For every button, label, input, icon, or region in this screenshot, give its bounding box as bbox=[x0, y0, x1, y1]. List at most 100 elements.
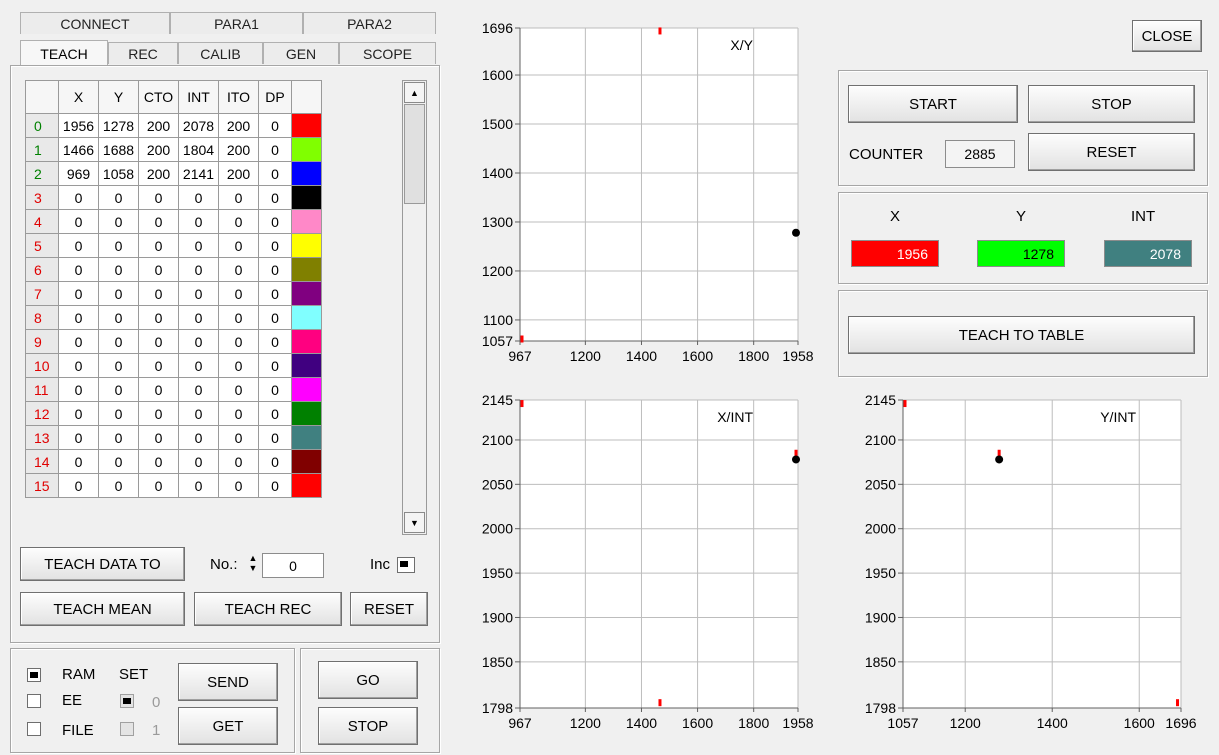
cell-ito[interactable]: 0 bbox=[218, 401, 259, 426]
table-row[interactable]: 3000000 bbox=[25, 185, 322, 210]
cell-x[interactable]: 0 bbox=[58, 353, 99, 378]
cell-int[interactable]: 0 bbox=[178, 233, 219, 258]
cell-cto[interactable]: 0 bbox=[138, 329, 179, 354]
row-number[interactable]: 14 bbox=[25, 449, 59, 474]
cell-y[interactable]: 0 bbox=[98, 401, 139, 426]
cell-dp[interactable]: 0 bbox=[258, 449, 292, 474]
table-row[interactable]: 1 1466 1688 200 1804 200 0 bbox=[25, 137, 322, 162]
tab-gen[interactable]: GEN bbox=[263, 42, 339, 64]
no-spinner[interactable]: ▲ ▼ bbox=[246, 553, 260, 575]
send-button[interactable]: SEND bbox=[178, 663, 278, 701]
cell-dp[interactable]: 0 bbox=[258, 425, 292, 450]
cell-int[interactable]: 0 bbox=[178, 425, 219, 450]
cell-dp[interactable]: 0 bbox=[258, 257, 292, 282]
cell-ito[interactable]: 0 bbox=[218, 473, 259, 498]
cell-cto[interactable]: 0 bbox=[138, 449, 179, 474]
cell-ito[interactable]: 0 bbox=[218, 281, 259, 306]
row-number[interactable]: 2 bbox=[25, 161, 59, 186]
cell-dp[interactable]: 0 bbox=[258, 137, 292, 162]
ram-radio[interactable] bbox=[27, 668, 41, 682]
cell-ito[interactable]: 0 bbox=[218, 209, 259, 234]
table-row[interactable]: 15 0 0 0 0 0 0 bbox=[25, 473, 322, 498]
counter-reset-button[interactable]: RESET bbox=[1028, 133, 1195, 171]
cell-x[interactable]: 0 bbox=[58, 377, 99, 402]
cell-int[interactable]: 0 bbox=[178, 353, 219, 378]
cell-dp[interactable]: 0 bbox=[258, 401, 292, 426]
cell-y[interactable]: 0 bbox=[98, 305, 139, 330]
ee-radio[interactable] bbox=[27, 694, 41, 708]
cell-y[interactable]: 0 bbox=[98, 185, 139, 210]
row-number[interactable]: 10 bbox=[25, 353, 59, 378]
cell-int[interactable]: 2141 bbox=[178, 161, 219, 186]
cell-cto[interactable]: 0 bbox=[138, 185, 179, 210]
cell-y[interactable]: 0 bbox=[98, 233, 139, 258]
row-number[interactable]: 4 bbox=[25, 209, 59, 234]
teach-rec-button[interactable]: TEACH REC bbox=[194, 592, 342, 626]
cell-cto[interactable]: 0 bbox=[138, 473, 179, 498]
cell-dp[interactable]: 0 bbox=[258, 209, 292, 234]
row-number[interactable]: 15 bbox=[25, 473, 59, 498]
cell-cto[interactable]: 200 bbox=[138, 161, 179, 186]
cell-int[interactable]: 0 bbox=[178, 449, 219, 474]
cell-x[interactable]: 1466 bbox=[58, 137, 99, 162]
table-scrollbar[interactable]: ▲ ▼ bbox=[402, 80, 427, 535]
cell-y[interactable]: 0 bbox=[98, 257, 139, 282]
cell-int[interactable]: 1804 bbox=[178, 137, 219, 162]
cell-cto[interactable]: 0 bbox=[138, 401, 179, 426]
cell-x[interactable]: 1956 bbox=[58, 113, 99, 138]
cell-y[interactable]: 1688 bbox=[98, 137, 139, 162]
cell-x[interactable]: 0 bbox=[58, 281, 99, 306]
table-row[interactable]: 13 0 0 0 0 0 0 bbox=[25, 425, 322, 450]
table-row[interactable]: 0 1956 1278 200 2078 200 0 bbox=[25, 113, 322, 138]
table-row[interactable]: 11 0 0 0 0 0 0 bbox=[25, 377, 322, 402]
cell-x[interactable]: 0 bbox=[58, 305, 99, 330]
go-button[interactable]: GO bbox=[318, 661, 418, 699]
scroll-up-button[interactable]: ▲ bbox=[404, 82, 425, 103]
get-button[interactable]: GET bbox=[178, 707, 278, 745]
cell-x[interactable]: 0 bbox=[58, 209, 99, 234]
cell-int[interactable]: 0 bbox=[178, 305, 219, 330]
table-row[interactable]: 12 0 0 0 0 0 0 bbox=[25, 401, 322, 426]
cell-cto[interactable]: 0 bbox=[138, 209, 179, 234]
tab-rec[interactable]: REC bbox=[108, 42, 178, 64]
cell-y[interactable]: 0 bbox=[98, 425, 139, 450]
cell-cto[interactable]: 0 bbox=[138, 425, 179, 450]
table-row[interactable]: 7000000 bbox=[25, 281, 322, 306]
cell-ito[interactable]: 0 bbox=[218, 257, 259, 282]
stop-button[interactable]: STOP bbox=[1028, 85, 1195, 123]
row-number[interactable]: 3 bbox=[25, 185, 59, 210]
row-number[interactable]: 12 bbox=[25, 401, 59, 426]
no-input[interactable]: 0 bbox=[262, 553, 324, 578]
cell-ito[interactable]: 0 bbox=[218, 353, 259, 378]
cell-cto[interactable]: 0 bbox=[138, 377, 179, 402]
cell-int[interactable]: 0 bbox=[178, 257, 219, 282]
cell-cto[interactable]: 0 bbox=[138, 305, 179, 330]
row-number[interactable]: 11 bbox=[25, 377, 59, 402]
inc-checkbox[interactable] bbox=[397, 557, 415, 573]
table-row[interactable]: 5000000 bbox=[25, 233, 322, 258]
cell-ito[interactable]: 0 bbox=[218, 425, 259, 450]
cell-int[interactable]: 0 bbox=[178, 209, 219, 234]
close-button[interactable]: CLOSE bbox=[1132, 20, 1202, 52]
cell-cto[interactable]: 0 bbox=[138, 257, 179, 282]
cell-x[interactable]: 0 bbox=[58, 401, 99, 426]
row-number[interactable]: 0 bbox=[25, 113, 59, 138]
table-row[interactable]: 14 0 0 0 0 0 0 bbox=[25, 449, 322, 474]
cell-ito[interactable]: 200 bbox=[218, 113, 259, 138]
cell-cto[interactable]: 0 bbox=[138, 353, 179, 378]
cell-int[interactable]: 0 bbox=[178, 329, 219, 354]
memory-stop-button[interactable]: STOP bbox=[318, 707, 418, 745]
table-row[interactable]: 6000000 bbox=[25, 257, 322, 282]
cell-ito[interactable]: 0 bbox=[218, 329, 259, 354]
cell-int[interactable]: 0 bbox=[178, 377, 219, 402]
cell-dp[interactable]: 0 bbox=[258, 305, 292, 330]
table-row[interactable]: 2 969 1058 200 2141 200 0 bbox=[25, 161, 322, 186]
cell-x[interactable]: 0 bbox=[58, 329, 99, 354]
cell-y[interactable]: 1278 bbox=[98, 113, 139, 138]
cell-x[interactable]: 0 bbox=[58, 425, 99, 450]
teach-to-table-button[interactable]: TEACH TO TABLE bbox=[848, 316, 1195, 354]
cell-y[interactable]: 0 bbox=[98, 281, 139, 306]
cell-x[interactable]: 0 bbox=[58, 257, 99, 282]
cell-ito[interactable]: 0 bbox=[218, 305, 259, 330]
cell-cto[interactable]: 200 bbox=[138, 113, 179, 138]
